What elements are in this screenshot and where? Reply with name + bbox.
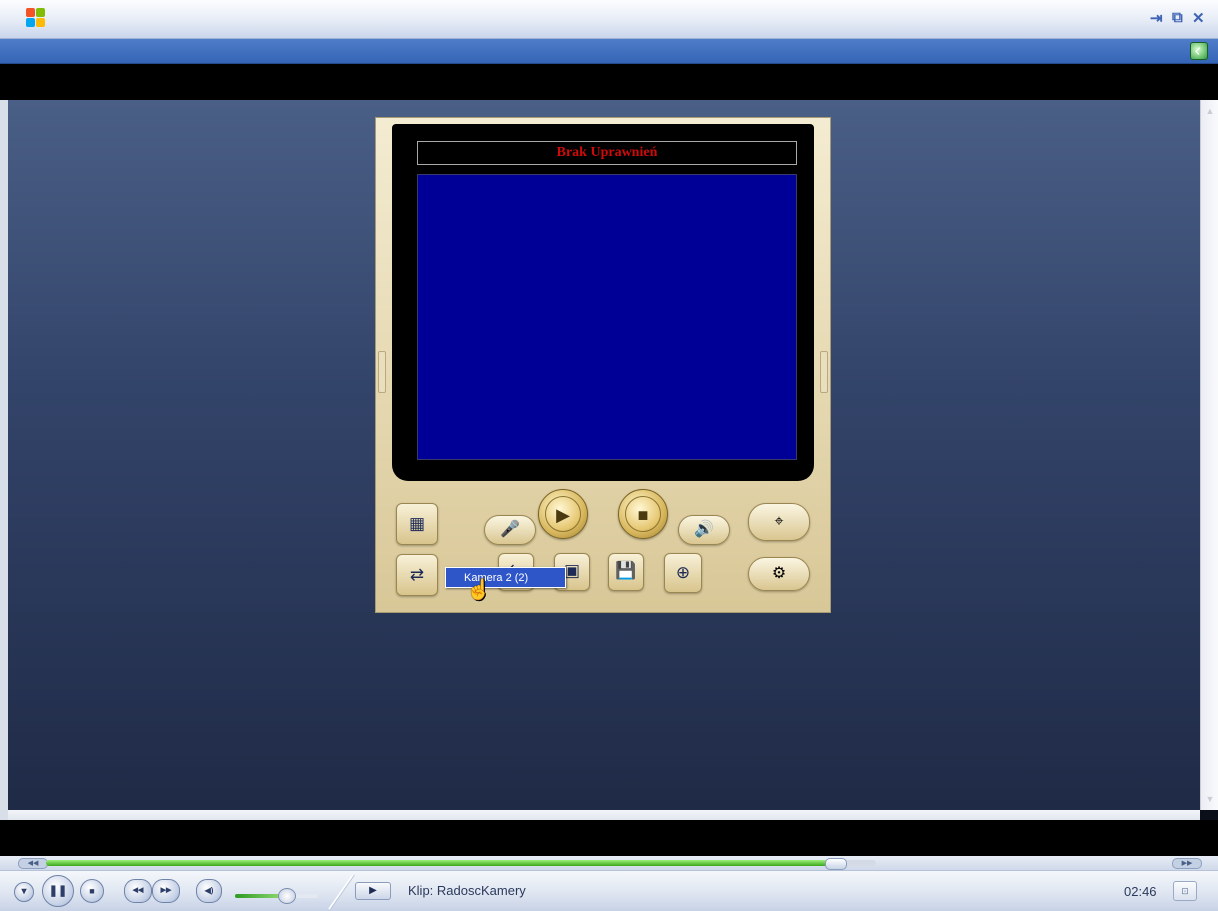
vertical-scrollbar[interactable]: ▲ ▼ bbox=[1200, 100, 1218, 810]
camera-layout-button[interactable]: ▦ bbox=[396, 503, 438, 545]
clip-label: Klip: RadoscKamery bbox=[408, 883, 526, 898]
pin-icon[interactable]: ⇥ bbox=[1150, 9, 1163, 27]
scroll-down-icon[interactable]: ▼ bbox=[1205, 794, 1215, 804]
letterbox-top bbox=[0, 64, 1218, 100]
ptz-camera-icon: ⌖ bbox=[774, 513, 784, 530]
microphone-icon: 🎤 bbox=[500, 521, 520, 538]
ptz-control-button[interactable]: ⌖ bbox=[748, 503, 810, 541]
player-control-bar: ▾ ❚❚ ■ ◀◀ ▶▶ ◀) ▶ Klip: RadoscKamery 02:… bbox=[0, 870, 1218, 911]
camera-bezel: Brak Uprawnień bbox=[392, 124, 814, 481]
menu-bar bbox=[0, 39, 1218, 64]
microphone-button[interactable]: 🎤 bbox=[484, 515, 536, 545]
frame-left bbox=[0, 100, 8, 820]
seek-rewind-icon[interactable]: ◀◀ bbox=[18, 858, 48, 869]
camera-play-button[interactable]: ▶ bbox=[538, 489, 588, 539]
seek-progress-fill bbox=[46, 860, 835, 866]
camera-video-screen[interactable] bbox=[417, 174, 797, 460]
camera-status-header: Brak Uprawnień bbox=[417, 141, 797, 165]
mini-player-icon[interactable]: ⊡ bbox=[1173, 881, 1197, 901]
scroll-up-icon[interactable]: ▲ bbox=[1205, 106, 1215, 116]
floppy-disk-icon: 💾 bbox=[615, 561, 637, 580]
clip-play-button[interactable]: ▶ bbox=[355, 882, 391, 900]
camera-settings-icon: ⚙ bbox=[771, 565, 787, 582]
seek-track[interactable] bbox=[46, 858, 876, 870]
zoom-button[interactable]: ⊕ bbox=[664, 553, 702, 593]
mute-button[interactable]: ◀) bbox=[196, 879, 222, 903]
zoom-in-icon: ⊕ bbox=[675, 563, 691, 582]
volume-track-empty bbox=[296, 894, 318, 898]
volume-thumb[interactable] bbox=[278, 888, 296, 904]
close-icon[interactable]: ✕ bbox=[1192, 9, 1205, 27]
right-grip bbox=[820, 351, 828, 393]
next-button[interactable]: ▶▶ bbox=[152, 879, 180, 903]
clip-info-area: ▶ Klip: RadoscKamery bbox=[320, 875, 1150, 909]
save-button[interactable]: 💾 bbox=[608, 553, 644, 591]
camera-select-menu-item[interactable]: Kamera 2 (2) bbox=[445, 567, 566, 588]
horizontal-scroll-edge bbox=[8, 810, 1200, 820]
hand-cursor-icon: ☝ bbox=[466, 579, 491, 601]
speaker-button[interactable]: 🔊 bbox=[678, 515, 730, 545]
restore-icon[interactable]: ⧉ bbox=[1172, 9, 1183, 26]
seek-forward-icon[interactable]: ▶▶ bbox=[1172, 858, 1202, 869]
time-display: 02:46 bbox=[1124, 884, 1157, 899]
camera-switch-button[interactable]: ⇄ bbox=[396, 554, 438, 596]
menu-icon[interactable]: ▾ bbox=[14, 882, 34, 902]
letterbox-bottom bbox=[0, 820, 1218, 856]
camera-stop-button[interactable]: ■ bbox=[618, 489, 668, 539]
seek-bar-area: ◀◀ ▶▶ bbox=[0, 856, 1218, 870]
camera-viewer-panel: Brak Uprawnień ▦ ⇄ 🎤 ▶ ■ 🔊 ⌖ ⇆ ▣ 💾 ⊕ ⚙ bbox=[375, 117, 831, 613]
camera-settings-button[interactable]: ⚙ bbox=[748, 557, 810, 591]
stop-icon: ■ bbox=[625, 496, 661, 532]
seek-thumb[interactable] bbox=[824, 858, 847, 870]
stop-button[interactable]: ■ bbox=[80, 879, 104, 903]
play-icon: ▶ bbox=[545, 496, 581, 532]
left-grip bbox=[378, 351, 386, 393]
title-bar: ⇥ ⧉ ✕ bbox=[0, 0, 1218, 39]
camera-controls: ▦ ⇄ 🎤 ▶ ■ 🔊 ⌖ ⇆ ▣ 💾 ⊕ ⚙ bbox=[376, 351, 832, 614]
pause-button[interactable]: ❚❚ bbox=[42, 875, 74, 907]
windows-media-player-logo-icon bbox=[26, 8, 46, 28]
snapshot-icon: ▣ bbox=[563, 561, 581, 580]
previous-button[interactable]: ◀◀ bbox=[124, 879, 152, 903]
layout-icon: ▦ bbox=[408, 514, 426, 533]
divider bbox=[328, 875, 354, 909]
switch-icon: ⇄ bbox=[409, 565, 425, 584]
speaker-icon: 🔊 bbox=[694, 521, 714, 538]
switch-to-library-icon[interactable] bbox=[1190, 42, 1208, 60]
